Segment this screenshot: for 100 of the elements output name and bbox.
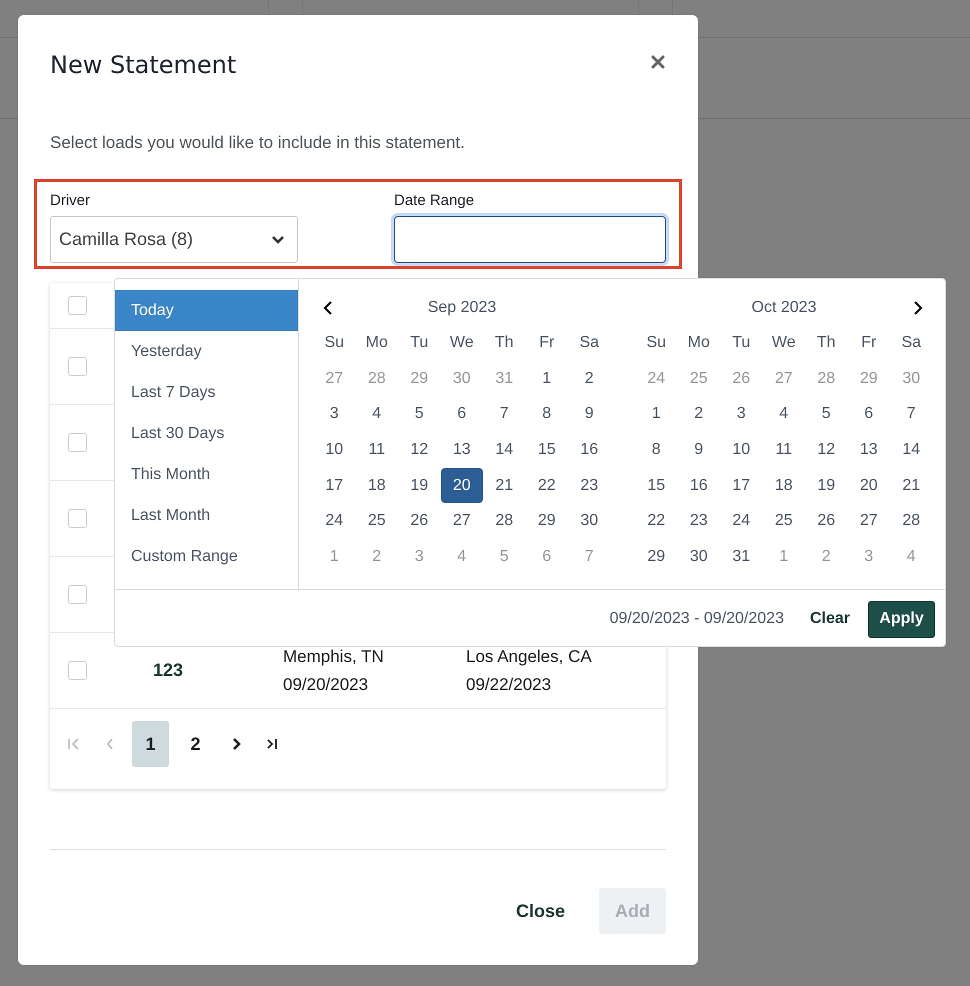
calendar-day[interactable]: 5: [805, 396, 848, 432]
calendar-day[interactable]: 23: [568, 468, 610, 504]
calendar-day[interactable]: 2: [678, 396, 720, 432]
calendar-day[interactable]: 14: [890, 432, 932, 468]
weekday-label: Fr: [860, 332, 878, 353]
calendar-day[interactable]: 12: [805, 432, 848, 468]
calendar-day[interactable]: 21: [890, 468, 932, 504]
range-option[interactable]: Last 7 Days: [115, 372, 298, 413]
calendar-day[interactable]: 9: [568, 396, 610, 432]
weekday-label: Su: [645, 332, 668, 353]
calendar-day[interactable]: 26: [805, 503, 848, 540]
calendar-day[interactable]: 17: [313, 468, 356, 504]
calendar-day[interactable]: 30: [568, 503, 610, 540]
calendar-day[interactable]: 13: [440, 432, 483, 468]
calendar-day[interactable]: 20: [440, 468, 483, 504]
driver-select[interactable]: Camilla Rosa (8): [50, 216, 298, 263]
calendar-day[interactable]: 18: [356, 468, 398, 504]
calendar-day[interactable]: 12: [398, 432, 440, 468]
calendar-day[interactable]: 8: [635, 432, 678, 468]
checkbox[interactable]: [68, 296, 87, 315]
calendar-day[interactable]: 6: [440, 396, 483, 432]
description-text: Select loads you would like to include in this statement.: [50, 133, 466, 153]
calendar-day[interactable]: 10: [313, 432, 356, 468]
selected-range-text: 09/20/2023 - 09/20/2023: [610, 610, 784, 628]
table-cell-text: Memphis, TN 09/20/2023: [283, 646, 384, 696]
calendar-day[interactable]: 27: [440, 503, 483, 540]
calendar-day[interactable]: 3: [720, 396, 762, 432]
calendar-day[interactable]: 24: [313, 503, 356, 540]
range-option[interactable]: Yesterday: [115, 331, 298, 372]
weekday-label: Su: [323, 332, 346, 353]
weekday-label: Th: [494, 332, 515, 353]
calendar-day[interactable]: 18: [762, 468, 805, 504]
range-option[interactable]: This Month: [115, 454, 298, 495]
calendar-day[interactable]: 6: [848, 396, 890, 432]
calendar-day[interactable]: 21: [483, 468, 526, 504]
calendar-day[interactable]: 9: [678, 432, 720, 468]
checkbox[interactable]: [68, 433, 87, 452]
weekday-label: Tu: [409, 332, 430, 353]
calendar-day[interactable]: 2: [568, 360, 610, 396]
page-button[interactable]: 2: [177, 721, 214, 767]
calendar-day[interactable]: 5: [398, 396, 440, 432]
calendar-day[interactable]: 20: [848, 468, 890, 504]
weekday-label: We: [770, 332, 797, 353]
calendar-day[interactable]: 3: [313, 396, 356, 432]
checkbox[interactable]: [68, 357, 87, 376]
calendar-day[interactable]: 10: [720, 432, 762, 468]
calendar-day[interactable]: 17: [720, 468, 762, 504]
table-cell: 123: [153, 660, 184, 681]
calendar-day[interactable]: 7: [483, 396, 526, 432]
calendar-day[interactable]: 4: [356, 396, 398, 432]
weekday-label: Fr: [538, 332, 556, 353]
calendar-day[interactable]: 23: [678, 503, 720, 540]
weekday-label: Tu: [731, 332, 752, 353]
calendar-day[interactable]: 31: [720, 539, 762, 575]
close-icon[interactable]: [650, 54, 666, 70]
calendar-day[interactable]: 24: [720, 503, 762, 540]
calendar-day[interactable]: 15: [635, 468, 678, 504]
previous-month-icon[interactable]: [322, 300, 334, 316]
calendar-day[interactable]: 26: [398, 503, 440, 540]
next-month-icon[interactable]: [912, 300, 924, 316]
calendar-day[interactable]: 1: [526, 360, 568, 396]
clear-button[interactable]: Clear: [804, 609, 856, 629]
calendar-day[interactable]: 8: [526, 396, 568, 432]
calendar-day[interactable]: 16: [678, 468, 720, 504]
calendar-day[interactable]: 22: [526, 468, 568, 504]
calendar-day[interactable]: 13: [848, 432, 890, 468]
calendar-day[interactable]: 28: [890, 503, 932, 540]
calendar-day[interactable]: 19: [805, 468, 848, 504]
calendar-day[interactable]: 25: [762, 503, 805, 540]
checkbox[interactable]: [68, 509, 87, 528]
weekday-label: We: [448, 332, 475, 353]
calendar-day[interactable]: 27: [848, 503, 890, 540]
calendar-day[interactable]: 25: [356, 503, 398, 540]
close-button[interactable]: Close: [510, 888, 571, 934]
calendar-day[interactable]: 11: [762, 432, 805, 468]
field-label: Driver: [50, 192, 91, 209]
range-option[interactable]: Last 30 Days: [115, 413, 298, 454]
calendar-day[interactable]: 19: [398, 468, 440, 504]
calendar-day[interactable]: 29: [635, 539, 678, 575]
calendar-day[interactable]: 1: [635, 396, 678, 432]
calendar-day[interactable]: 16: [568, 432, 610, 468]
checkbox[interactable]: [68, 661, 87, 680]
weekday-label: Sa: [900, 332, 922, 353]
range-option[interactable]: Last Month: [115, 495, 298, 536]
calendar-day[interactable]: 15: [526, 432, 568, 468]
calendar-day[interactable]: 14: [483, 432, 526, 468]
calendar-day[interactable]: 28: [483, 503, 526, 540]
page-button[interactable]: 1: [132, 721, 169, 767]
calendar-day[interactable]: 22: [635, 503, 678, 540]
range-option[interactable]: Today: [115, 290, 298, 331]
calendar-day[interactable]: 7: [890, 396, 932, 432]
apply-button[interactable]: Apply: [868, 600, 935, 638]
calendar-day[interactable]: 4: [762, 396, 805, 432]
calendar-day[interactable]: 11: [356, 432, 398, 468]
range-option[interactable]: Custom Range: [115, 536, 298, 577]
chevron-down-icon: [271, 234, 285, 244]
date-range-field[interactable]: [394, 216, 666, 263]
checkbox[interactable]: [68, 585, 87, 604]
calendar-day[interactable]: 30: [678, 539, 720, 575]
calendar-day[interactable]: 29: [526, 503, 568, 540]
